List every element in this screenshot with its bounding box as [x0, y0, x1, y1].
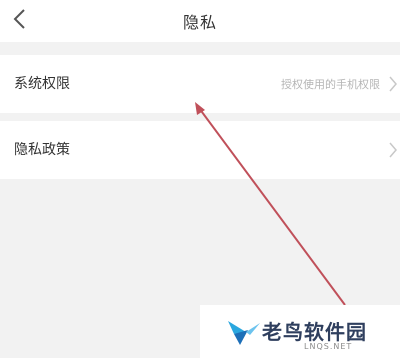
watermark-subtext: LNQS.NET [304, 342, 353, 351]
row-label: 系统权限 [14, 76, 70, 92]
page-title: 隐私 [182, 13, 217, 32]
watermark: 老鸟软件园 LNQS.NET [200, 305, 400, 358]
settings-row-system-permissions[interactable]: 系统权限 授权使用的手机权限 [0, 55, 400, 113]
row-value: 授权使用的手机权限 [281, 78, 380, 91]
chevron-right-icon [389, 76, 397, 92]
bird-logo-icon [228, 321, 260, 345]
chevron-right-icon [389, 142, 397, 158]
row-label: 隐私政策 [14, 142, 70, 158]
settings-row-privacy-policy[interactable]: 隐私政策 [0, 121, 400, 179]
watermark-text: 老鸟软件园 [262, 320, 367, 344]
top-navigation-bar: 隐私 [0, 0, 400, 42]
